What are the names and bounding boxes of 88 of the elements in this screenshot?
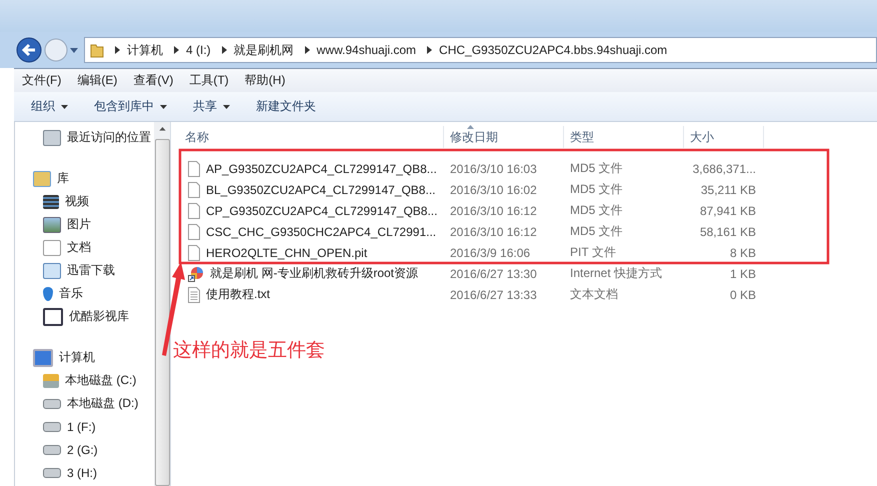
file-name[interactable]: 就是刷机 网-专业刷机救砖升级root资源 [171, 265, 444, 282]
sidebar-item[interactable]: 计算机 [15, 346, 154, 369]
sidebar-item[interactable]: 音乐 [15, 282, 154, 305]
size-cell-text: 58,161 KB [698, 224, 757, 238]
sidebar-item[interactable]: 最近访问的位置 [15, 126, 154, 149]
size-cell-text: 0 KB [728, 288, 757, 302]
file-icon [188, 224, 200, 240]
toolbar-button[interactable]: 组织 [31, 96, 68, 117]
date-cell-text: 2016/6/27 13:30 [449, 266, 538, 280]
menu-item[interactable]: 帮助(H) [236, 72, 294, 89]
file-name[interactable]: CSC_CHC_G9350CHC2APC4_CL72991... [171, 224, 444, 240]
caret-icon[interactable] [70, 48, 78, 52]
drive-icon [43, 398, 61, 408]
date-cell-text: 2016/6/27 13:33 [449, 288, 538, 302]
file-icon [188, 244, 200, 260]
back-icon[interactable] [16, 37, 42, 63]
toolbar-button[interactable]: 包含到库中 [94, 96, 167, 117]
drive-icon [43, 468, 61, 478]
menu-item[interactable]: 文件(F) [14, 72, 70, 89]
type-cell-text: Internet 快捷方式 [569, 265, 664, 282]
menu-item[interactable]: 编辑(E) [69, 72, 126, 89]
column-header[interactable]: 名称 [171, 126, 444, 148]
breadcrumb-item[interactable]: CHC_G9350ZCU2APC4.bbs.94shuaji.com [439, 43, 668, 57]
file-name[interactable]: BL_G9350ZCU2APC4_CL7299147_QB8... [171, 182, 444, 198]
chevron-icon[interactable] [427, 46, 432, 54]
sidebar-item[interactable]: 迅雷下载 [15, 259, 154, 282]
column-header[interactable]: 类型 [564, 126, 684, 148]
sidebar-item[interactable]: 视频 [15, 190, 154, 213]
sidebar-item[interactable]: 库 [15, 167, 154, 190]
sidebar-item[interactable]: 图片 [15, 213, 154, 236]
type-cell-text: PIT 文件 [569, 244, 617, 261]
sidebar-item[interactable]: 1 (F:) [15, 415, 154, 438]
sidebar-item[interactable]: 本地磁盘 (C:) [15, 369, 154, 392]
chevron-icon[interactable] [222, 46, 227, 54]
sidebar-item[interactable]: 本地磁盘 (D:) [15, 392, 154, 415]
folder-icon [90, 42, 104, 58]
date-cell-text: 2016/3/10 16:02 [449, 182, 538, 196]
file-name[interactable]: 使用教程.txt [171, 286, 444, 303]
chevron-icon[interactable] [115, 46, 120, 54]
file-icon [188, 160, 200, 176]
system-drive-icon [43, 374, 59, 388]
type-cell-text: MD5 文件 [569, 202, 624, 219]
sidebar-item[interactable]: 3 (H:) [15, 461, 154, 484]
picture-frame-icon [43, 216, 61, 232]
date-cell-text: 2016/3/10 16:12 [449, 224, 538, 238]
address-bar[interactable]: 计算机 4 (I:) 就是刷机网 www.94shuaji.com CHC_G9350ZCU2APC4.bbs.94shuaji.com [84, 37, 877, 63]
annotation-text: 这样的就是五件套 [173, 339, 325, 363]
toolbar-button[interactable]: 新建文件夹 [256, 96, 316, 117]
size-cell-text: 35,211 KB [700, 182, 757, 196]
size-cell-text: 1 KB [728, 266, 757, 280]
shortcut-icon [188, 266, 204, 282]
breadcrumb-item[interactable]: 计算机 [127, 42, 163, 58]
type-cell-text: MD5 文件 [569, 223, 624, 240]
column-header[interactable]: 大小 [684, 126, 764, 148]
date-cell-text: 2016/3/9 16:06 [449, 246, 532, 260]
type-cell-text: MD5 文件 [569, 181, 624, 198]
chevron-icon[interactable] [304, 46, 310, 54]
sort-arrow-icon [467, 125, 474, 129]
size-cell-text: 3,686,371... [692, 162, 757, 176]
file-icon [188, 202, 200, 218]
chevron-icon[interactable] [174, 46, 179, 54]
file-icon [188, 182, 200, 198]
breadcrumb-item[interactable]: 4 (I:) [186, 43, 211, 57]
sidebar-item[interactable]: 优酷影视库 [15, 305, 154, 328]
date-cell-text: 2016/3/10 16:03 [449, 162, 538, 176]
size-cell-text: 87,941 KB [698, 204, 757, 218]
breadcrumb-item[interactable]: 就是刷机网 [234, 42, 294, 58]
menu-item[interactable]: 工具(T) [181, 72, 237, 89]
file-name[interactable]: CP_G9350ZCU2APC4_CL7299147_QB8... [171, 202, 444, 218]
film-icon [43, 194, 59, 208]
date-cell-text: 2016/3/10 16:12 [449, 204, 538, 218]
scroll-up-icon[interactable] [158, 127, 166, 131]
size-cell-text: 8 KB [728, 246, 757, 260]
caret-icon [223, 104, 230, 108]
toolbar-button[interactable]: 共享 [193, 96, 230, 117]
menu-item[interactable]: 查看(V) [125, 72, 182, 89]
sidebar-item[interactable]: 2 (G:) [15, 438, 154, 461]
caret-icon [61, 104, 68, 108]
breadcrumb-item[interactable]: www.94shuaji.com [316, 43, 416, 57]
type-cell-text: 文本文档 [569, 286, 619, 303]
type-cell-text: MD5 文件 [569, 160, 624, 177]
text-file-icon [188, 286, 200, 302]
file-name[interactable]: AP_G9350ZCU2APC4_CL7299147_QB8... [171, 160, 444, 176]
file-name[interactable]: HERO2QLTE_CHN_OPEN.pit [171, 244, 444, 260]
sidebar-item[interactable]: 文档 [15, 236, 154, 259]
drive-icon [43, 422, 61, 432]
drive-icon [43, 444, 61, 454]
caret-icon [160, 104, 167, 108]
